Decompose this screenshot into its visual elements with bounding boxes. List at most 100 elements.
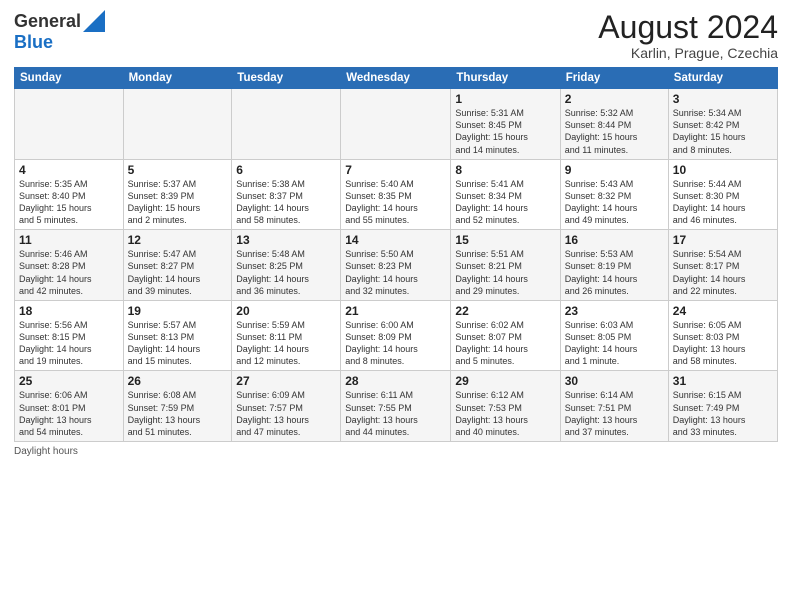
day-info: Sunrise: 5:41 AM Sunset: 8:34 PM Dayligh… bbox=[455, 178, 555, 227]
calendar-cell: 19Sunrise: 5:57 AM Sunset: 8:13 PM Dayli… bbox=[123, 300, 232, 371]
calendar-cell: 23Sunrise: 6:03 AM Sunset: 8:05 PM Dayli… bbox=[560, 300, 668, 371]
day-number: 4 bbox=[19, 163, 119, 177]
day-number: 5 bbox=[128, 163, 228, 177]
day-header-wednesday: Wednesday bbox=[341, 68, 451, 89]
calendar-cell: 5Sunrise: 5:37 AM Sunset: 8:39 PM Daylig… bbox=[123, 159, 232, 230]
calendar-table: SundayMondayTuesdayWednesdayThursdayFrid… bbox=[14, 67, 778, 442]
calendar-cell: 26Sunrise: 6:08 AM Sunset: 7:59 PM Dayli… bbox=[123, 371, 232, 442]
calendar-cell: 10Sunrise: 5:44 AM Sunset: 8:30 PM Dayli… bbox=[668, 159, 777, 230]
calendar-week-row: 1Sunrise: 5:31 AM Sunset: 8:45 PM Daylig… bbox=[15, 89, 778, 160]
day-number: 29 bbox=[455, 374, 555, 388]
calendar-cell: 28Sunrise: 6:11 AM Sunset: 7:55 PM Dayli… bbox=[341, 371, 451, 442]
day-number: 22 bbox=[455, 304, 555, 318]
day-info: Sunrise: 5:56 AM Sunset: 8:15 PM Dayligh… bbox=[19, 319, 119, 368]
day-number: 18 bbox=[19, 304, 119, 318]
day-number: 2 bbox=[565, 92, 664, 106]
calendar-cell bbox=[15, 89, 124, 160]
day-number: 27 bbox=[236, 374, 336, 388]
calendar-cell: 8Sunrise: 5:41 AM Sunset: 8:34 PM Daylig… bbox=[451, 159, 560, 230]
day-info: Sunrise: 5:57 AM Sunset: 8:13 PM Dayligh… bbox=[128, 319, 228, 368]
calendar-cell: 22Sunrise: 6:02 AM Sunset: 8:07 PM Dayli… bbox=[451, 300, 560, 371]
day-number: 17 bbox=[673, 233, 773, 247]
day-header-saturday: Saturday bbox=[668, 68, 777, 89]
day-info: Sunrise: 5:32 AM Sunset: 8:44 PM Dayligh… bbox=[565, 107, 664, 156]
day-number: 23 bbox=[565, 304, 664, 318]
day-number: 26 bbox=[128, 374, 228, 388]
calendar-week-row: 18Sunrise: 5:56 AM Sunset: 8:15 PM Dayli… bbox=[15, 300, 778, 371]
calendar-cell bbox=[341, 89, 451, 160]
calendar-cell: 15Sunrise: 5:51 AM Sunset: 8:21 PM Dayli… bbox=[451, 230, 560, 301]
calendar-cell: 14Sunrise: 5:50 AM Sunset: 8:23 PM Dayli… bbox=[341, 230, 451, 301]
day-number: 8 bbox=[455, 163, 555, 177]
day-number: 12 bbox=[128, 233, 228, 247]
day-number: 31 bbox=[673, 374, 773, 388]
calendar-cell bbox=[232, 89, 341, 160]
day-info: Sunrise: 6:11 AM Sunset: 7:55 PM Dayligh… bbox=[345, 389, 446, 438]
day-info: Sunrise: 6:14 AM Sunset: 7:51 PM Dayligh… bbox=[565, 389, 664, 438]
title-block: August 2024 Karlin, Prague, Czechia bbox=[598, 10, 778, 61]
day-info: Sunrise: 6:08 AM Sunset: 7:59 PM Dayligh… bbox=[128, 389, 228, 438]
calendar-week-row: 4Sunrise: 5:35 AM Sunset: 8:40 PM Daylig… bbox=[15, 159, 778, 230]
day-number: 19 bbox=[128, 304, 228, 318]
day-info: Sunrise: 6:12 AM Sunset: 7:53 PM Dayligh… bbox=[455, 389, 555, 438]
calendar-header-row: SundayMondayTuesdayWednesdayThursdayFrid… bbox=[15, 68, 778, 89]
calendar-week-row: 25Sunrise: 6:06 AM Sunset: 8:01 PM Dayli… bbox=[15, 371, 778, 442]
calendar-cell: 3Sunrise: 5:34 AM Sunset: 8:42 PM Daylig… bbox=[668, 89, 777, 160]
calendar-cell: 12Sunrise: 5:47 AM Sunset: 8:27 PM Dayli… bbox=[123, 230, 232, 301]
day-info: Sunrise: 6:09 AM Sunset: 7:57 PM Dayligh… bbox=[236, 389, 336, 438]
calendar-cell bbox=[123, 89, 232, 160]
day-info: Sunrise: 5:47 AM Sunset: 8:27 PM Dayligh… bbox=[128, 248, 228, 297]
calendar-cell: 6Sunrise: 5:38 AM Sunset: 8:37 PM Daylig… bbox=[232, 159, 341, 230]
main-title: August 2024 bbox=[598, 10, 778, 45]
day-number: 1 bbox=[455, 92, 555, 106]
footer-note: Daylight hours bbox=[14, 446, 778, 457]
day-number: 28 bbox=[345, 374, 446, 388]
day-info: Sunrise: 5:34 AM Sunset: 8:42 PM Dayligh… bbox=[673, 107, 773, 156]
day-number: 14 bbox=[345, 233, 446, 247]
calendar-cell: 13Sunrise: 5:48 AM Sunset: 8:25 PM Dayli… bbox=[232, 230, 341, 301]
page: General Blue August 2024 Karlin, Prague,… bbox=[0, 0, 792, 612]
day-number: 6 bbox=[236, 163, 336, 177]
calendar-cell: 18Sunrise: 5:56 AM Sunset: 8:15 PM Dayli… bbox=[15, 300, 124, 371]
day-number: 25 bbox=[19, 374, 119, 388]
calendar-cell: 9Sunrise: 5:43 AM Sunset: 8:32 PM Daylig… bbox=[560, 159, 668, 230]
day-number: 16 bbox=[565, 233, 664, 247]
calendar-week-row: 11Sunrise: 5:46 AM Sunset: 8:28 PM Dayli… bbox=[15, 230, 778, 301]
day-info: Sunrise: 6:03 AM Sunset: 8:05 PM Dayligh… bbox=[565, 319, 664, 368]
day-info: Sunrise: 5:46 AM Sunset: 8:28 PM Dayligh… bbox=[19, 248, 119, 297]
day-info: Sunrise: 5:54 AM Sunset: 8:17 PM Dayligh… bbox=[673, 248, 773, 297]
calendar-cell: 25Sunrise: 6:06 AM Sunset: 8:01 PM Dayli… bbox=[15, 371, 124, 442]
day-number: 10 bbox=[673, 163, 773, 177]
logo-blue-text: Blue bbox=[14, 32, 53, 52]
day-info: Sunrise: 6:15 AM Sunset: 7:49 PM Dayligh… bbox=[673, 389, 773, 438]
day-info: Sunrise: 5:43 AM Sunset: 8:32 PM Dayligh… bbox=[565, 178, 664, 227]
logo-icon bbox=[83, 10, 105, 32]
calendar-cell: 20Sunrise: 5:59 AM Sunset: 8:11 PM Dayli… bbox=[232, 300, 341, 371]
day-info: Sunrise: 5:38 AM Sunset: 8:37 PM Dayligh… bbox=[236, 178, 336, 227]
subtitle: Karlin, Prague, Czechia bbox=[598, 45, 778, 61]
calendar-cell: 31Sunrise: 6:15 AM Sunset: 7:49 PM Dayli… bbox=[668, 371, 777, 442]
day-info: Sunrise: 5:35 AM Sunset: 8:40 PM Dayligh… bbox=[19, 178, 119, 227]
day-info: Sunrise: 5:48 AM Sunset: 8:25 PM Dayligh… bbox=[236, 248, 336, 297]
day-info: Sunrise: 5:31 AM Sunset: 8:45 PM Dayligh… bbox=[455, 107, 555, 156]
calendar-cell: 1Sunrise: 5:31 AM Sunset: 8:45 PM Daylig… bbox=[451, 89, 560, 160]
calendar-cell: 2Sunrise: 5:32 AM Sunset: 8:44 PM Daylig… bbox=[560, 89, 668, 160]
day-header-sunday: Sunday bbox=[15, 68, 124, 89]
header: General Blue August 2024 Karlin, Prague,… bbox=[14, 10, 778, 61]
day-info: Sunrise: 6:05 AM Sunset: 8:03 PM Dayligh… bbox=[673, 319, 773, 368]
day-number: 20 bbox=[236, 304, 336, 318]
day-number: 7 bbox=[345, 163, 446, 177]
calendar-cell: 16Sunrise: 5:53 AM Sunset: 8:19 PM Dayli… bbox=[560, 230, 668, 301]
day-number: 15 bbox=[455, 233, 555, 247]
day-number: 11 bbox=[19, 233, 119, 247]
day-number: 21 bbox=[345, 304, 446, 318]
day-info: Sunrise: 5:51 AM Sunset: 8:21 PM Dayligh… bbox=[455, 248, 555, 297]
logo-general-text: General bbox=[14, 11, 81, 32]
calendar-cell: 27Sunrise: 6:09 AM Sunset: 7:57 PM Dayli… bbox=[232, 371, 341, 442]
calendar-cell: 24Sunrise: 6:05 AM Sunset: 8:03 PM Dayli… bbox=[668, 300, 777, 371]
day-info: Sunrise: 6:06 AM Sunset: 8:01 PM Dayligh… bbox=[19, 389, 119, 438]
calendar-cell: 29Sunrise: 6:12 AM Sunset: 7:53 PM Dayli… bbox=[451, 371, 560, 442]
calendar-cell: 4Sunrise: 5:35 AM Sunset: 8:40 PM Daylig… bbox=[15, 159, 124, 230]
day-info: Sunrise: 5:40 AM Sunset: 8:35 PM Dayligh… bbox=[345, 178, 446, 227]
day-header-tuesday: Tuesday bbox=[232, 68, 341, 89]
